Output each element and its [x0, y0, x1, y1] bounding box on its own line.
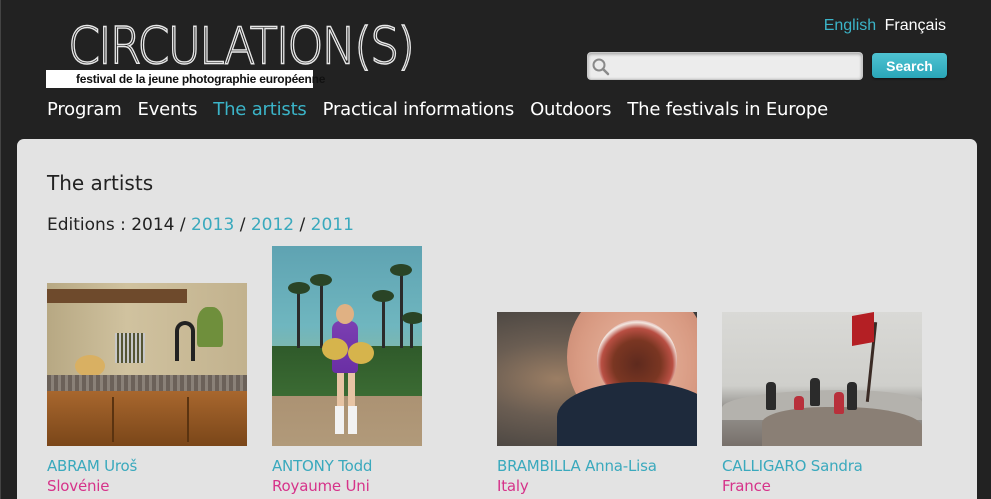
artist-photo-kitchen[interactable] — [47, 283, 247, 446]
search-button[interactable]: Search — [872, 53, 947, 78]
nav-the-artists[interactable]: The artists — [213, 99, 307, 120]
logo-tagline: festival de la jeune photographie europé… — [76, 72, 326, 86]
nav-outdoors[interactable]: Outdoors — [530, 99, 611, 120]
artist-country: Slovénie — [47, 477, 110, 495]
edition-link-2012[interactable]: 2012 — [251, 215, 294, 235]
edition-link-2011[interactable]: 2011 — [311, 215, 354, 235]
search-input[interactable] — [612, 55, 857, 77]
artist-name-link[interactable]: ANTONY Todd — [272, 457, 372, 475]
logo-title: CIRCULATION(S) — [67, 15, 415, 76]
page: CIRCULATION(S) festival de la jeune phot… — [0, 0, 991, 499]
nav-practical-informations[interactable]: Practical informations — [323, 99, 515, 120]
edition-link-2013[interactable]: 2013 — [191, 215, 234, 235]
page-title: The artists — [47, 171, 154, 195]
artist-name-link[interactable]: BRAMBILLA Anna-Lisa — [497, 457, 657, 475]
main-nav: Program Events The artists Practical inf… — [47, 99, 844, 120]
content-panel: The artists Editions : 2014 / 2013 / 201… — [17, 139, 977, 499]
artist-name-link[interactable]: ABRAM Uroš — [47, 457, 137, 475]
artist-photo-mouth[interactable] — [497, 312, 697, 446]
artist-photo-protest[interactable] — [722, 312, 922, 446]
festival-logo[interactable]: CIRCULATION(S) festival de la jeune phot… — [46, 15, 416, 89]
edition-current: 2014 — [131, 215, 175, 235]
artist-name-link[interactable]: CALLIGARO Sandra — [722, 457, 863, 475]
artist-country: Royaume Uni — [272, 477, 370, 495]
nav-program[interactable]: Program — [47, 99, 122, 120]
editions-selector: Editions : 2014 / 2013 / 2012 / 2011 — [47, 215, 354, 235]
nav-festivals-in-europe[interactable]: The festivals in Europe — [627, 99, 828, 120]
editions-label: Editions : — [47, 215, 132, 235]
nav-events[interactable]: Events — [138, 99, 198, 120]
lang-french-link[interactable]: Français — [885, 17, 946, 34]
lang-english-link[interactable]: English — [824, 17, 876, 34]
search-field[interactable] — [587, 52, 863, 80]
language-switcher: English Français — [824, 17, 946, 35]
artist-photo-cheerleader[interactable] — [272, 246, 422, 446]
artist-country: France — [722, 477, 771, 495]
search-icon — [592, 58, 610, 76]
artist-country: Italy — [497, 477, 529, 495]
